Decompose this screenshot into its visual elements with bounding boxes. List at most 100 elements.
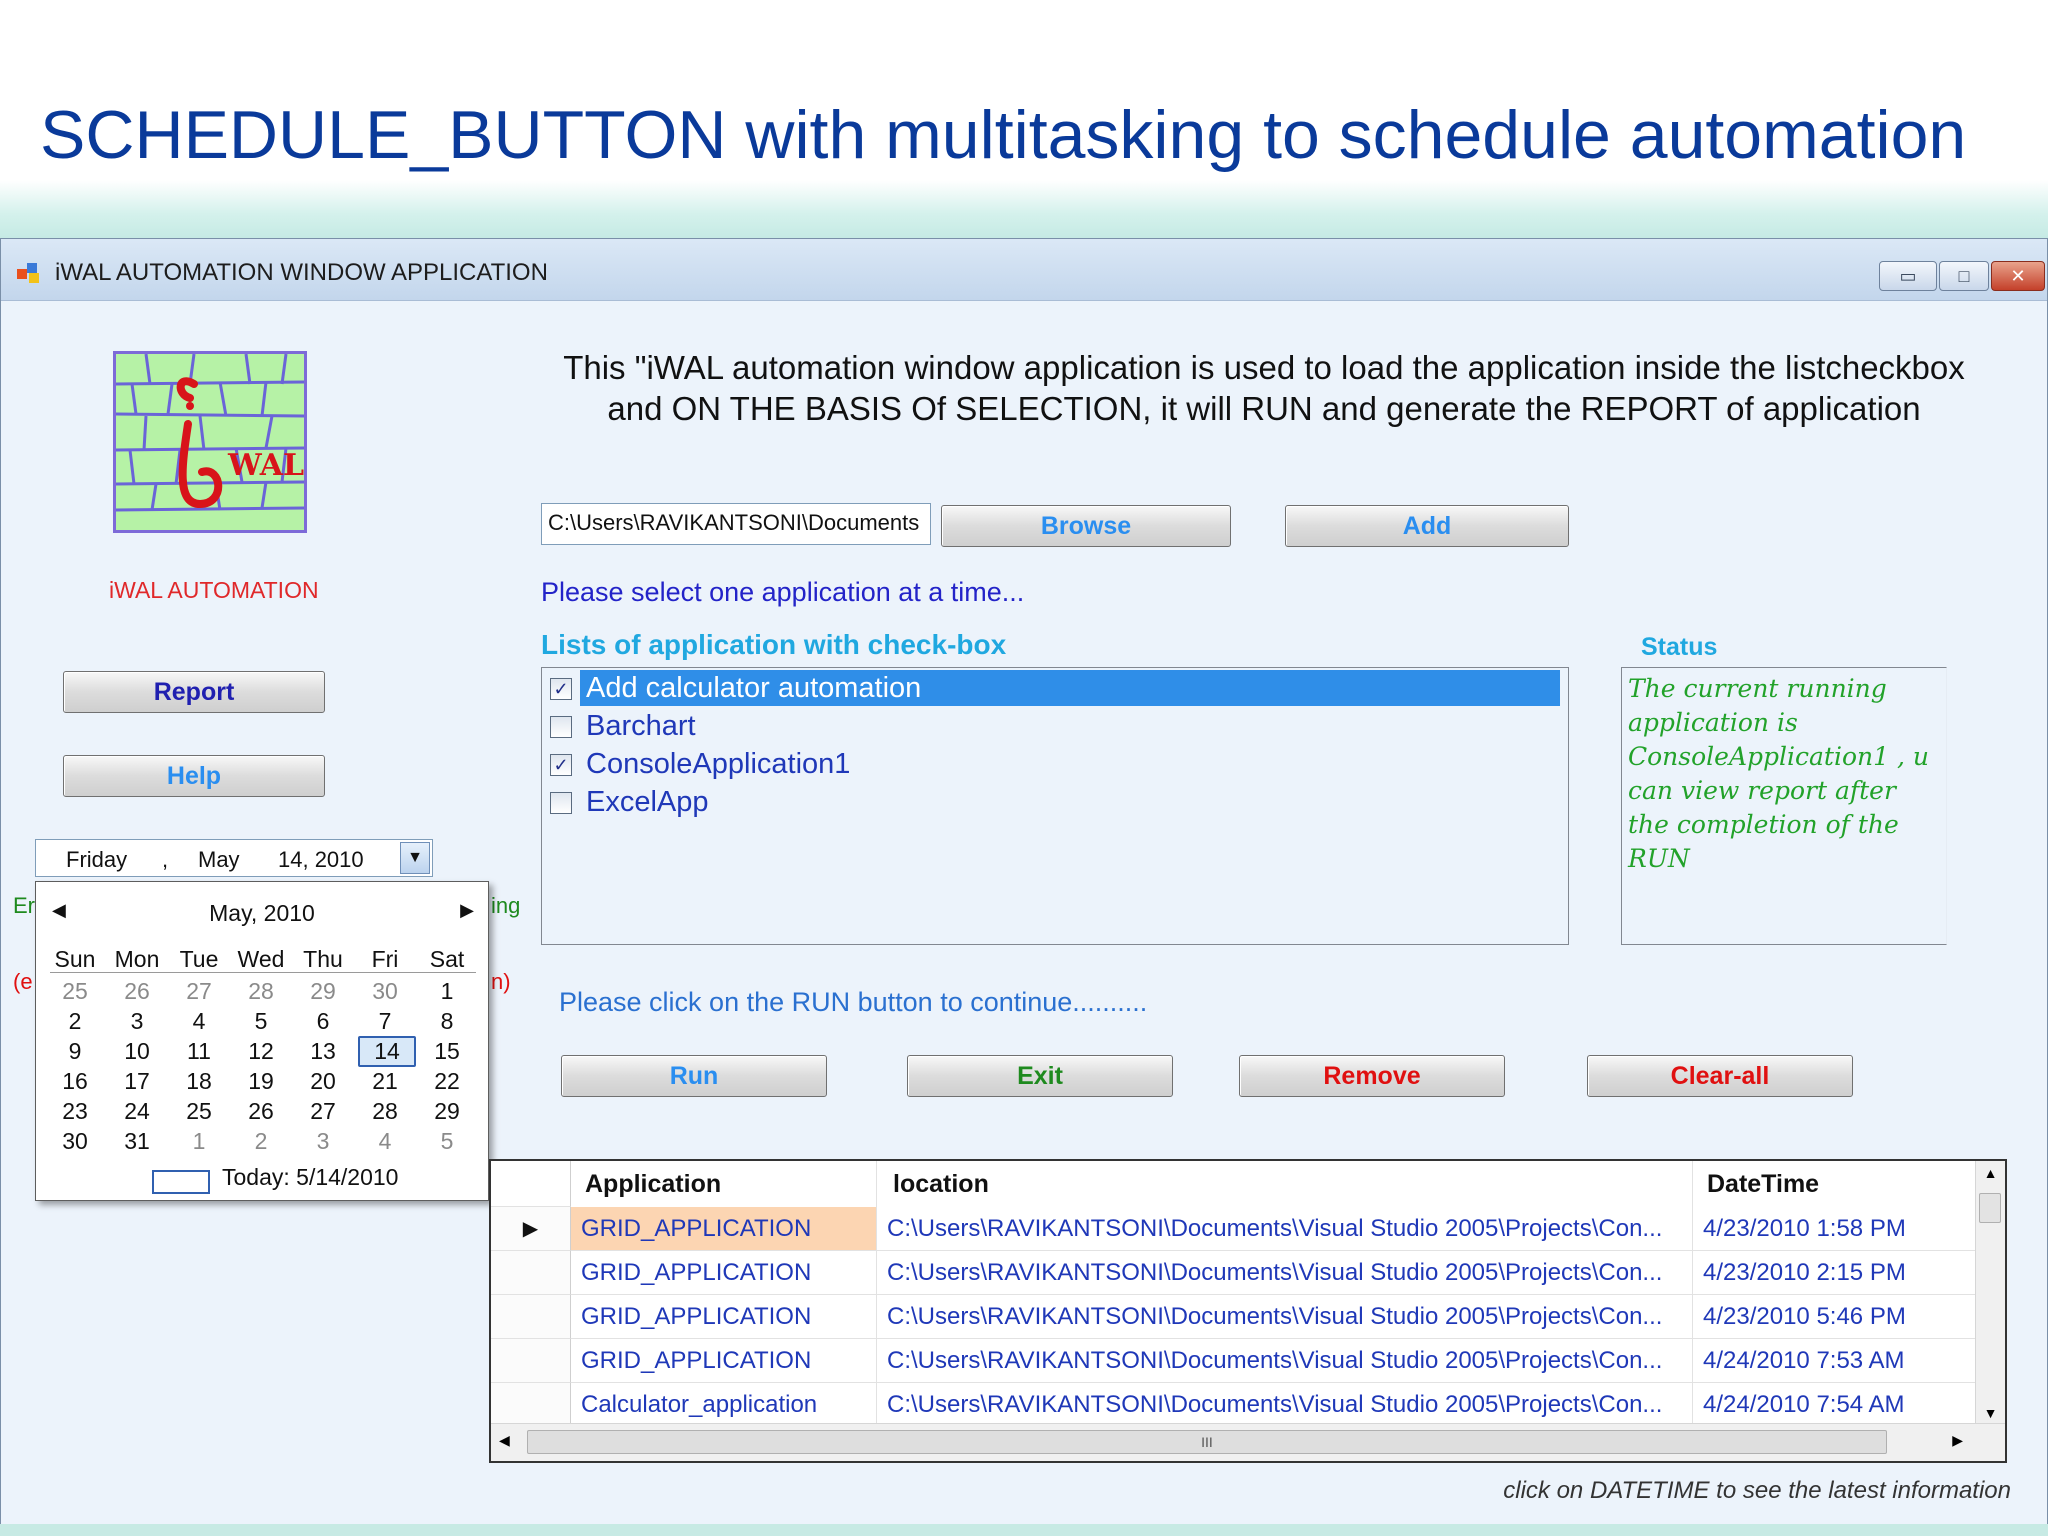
calendar-day[interactable]: 27: [168, 978, 230, 1005]
application-checklist[interactable]: ✓ Add calculator automation Barchart ✓ C…: [541, 667, 1569, 945]
calendar-day[interactable]: 11: [168, 1038, 230, 1065]
calendar-day[interactable]: 17: [106, 1068, 168, 1095]
calendar-day[interactable]: 24: [106, 1098, 168, 1125]
title-bar[interactable]: iWAL AUTOMATION WINDOW APPLICATION ▭ □ ✕: [1, 239, 2047, 301]
clear-all-button[interactable]: Clear-all: [1587, 1055, 1853, 1097]
schedule-date-picker[interactable]: Friday , May 14, 2010 ▼: [35, 839, 433, 877]
scroll-up-icon[interactable]: ▲: [1976, 1165, 2005, 1181]
grid-cell[interactable]: GRID_APPLICATION: [571, 1295, 877, 1339]
close-button[interactable]: ✕: [1991, 261, 2045, 291]
calendar-day[interactable]: 2: [230, 1128, 292, 1155]
list-item[interactable]: ✓ ConsoleApplication1: [546, 746, 1560, 782]
status-textbox[interactable]: The current running application is Conso…: [1621, 667, 1947, 945]
run-button[interactable]: Run: [561, 1055, 827, 1097]
row-header[interactable]: [491, 1339, 571, 1383]
maximize-button[interactable]: □: [1939, 261, 1989, 291]
current-row-icon[interactable]: ▶: [491, 1207, 571, 1251]
add-button[interactable]: Add: [1285, 505, 1569, 547]
today-link[interactable]: Today: 5/14/2010: [222, 1164, 398, 1191]
calendar-day[interactable]: 12: [230, 1038, 292, 1065]
horizontal-scrollbar[interactable]: ◀ III ▶: [491, 1423, 2005, 1461]
grid-cell[interactable]: 4/24/2010 7:54 AM: [1693, 1383, 1977, 1427]
list-item[interactable]: ✓ Add calculator automation: [546, 670, 1560, 706]
calendar-day[interactable]: 28: [230, 978, 292, 1005]
calendar-day[interactable]: 23: [44, 1098, 106, 1125]
next-month-icon[interactable]: ▶: [460, 900, 474, 921]
calendar-day[interactable]: 13: [292, 1038, 354, 1065]
calendar-day[interactable]: 10: [106, 1038, 168, 1065]
month-calendar-popup[interactable]: ◀ May, 2010 ▶ Sun Mon Tue Wed Thu Fri Sa…: [35, 881, 489, 1201]
calendar-day[interactable]: 7: [354, 1008, 416, 1035]
grid-cell[interactable]: 4/23/2010 5:46 PM: [1693, 1295, 1977, 1339]
calendar-day[interactable]: 28: [354, 1098, 416, 1125]
column-header-application[interactable]: Application: [571, 1161, 877, 1207]
grid-cell[interactable]: C:\Users\RAVIKANTSONI\Documents\Visual S…: [877, 1383, 1693, 1427]
scroll-right-icon[interactable]: ▶: [1952, 1432, 1963, 1449]
calendar-day[interactable]: 9: [44, 1038, 106, 1065]
calendar-day-selected[interactable]: 14: [358, 1036, 416, 1067]
calendar-day[interactable]: 29: [292, 978, 354, 1005]
dropdown-arrow-icon[interactable]: ▼: [400, 842, 430, 874]
horizontal-scroll-thumb[interactable]: III: [527, 1430, 1887, 1454]
calendar-day[interactable]: 30: [44, 1128, 106, 1155]
grid-cell[interactable]: 4/23/2010 2:15 PM: [1693, 1251, 1977, 1295]
calendar-day[interactable]: 1: [416, 978, 478, 1005]
calendar-day[interactable]: 25: [168, 1098, 230, 1125]
grid-cell[interactable]: C:\Users\RAVIKANTSONI\Documents\Visual S…: [877, 1207, 1693, 1251]
grid-cell[interactable]: 4/24/2010 7:53 AM: [1693, 1339, 1977, 1383]
remove-button[interactable]: Remove: [1239, 1055, 1505, 1097]
browse-button[interactable]: Browse: [941, 505, 1231, 547]
vertical-scrollbar[interactable]: ▲ ▼: [1975, 1161, 2005, 1425]
calendar-day[interactable]: 3: [106, 1008, 168, 1035]
calendar-day[interactable]: 27: [292, 1098, 354, 1125]
vertical-scroll-thumb[interactable]: [1979, 1193, 2001, 1223]
grid-cell[interactable]: GRID_APPLICATION: [571, 1207, 877, 1251]
path-input[interactable]: C:\Users\RAVIKANTSONI\Documents: [541, 503, 931, 545]
calendar-day[interactable]: 18: [168, 1068, 230, 1095]
calendar-day[interactable]: 30: [354, 978, 416, 1005]
grid-cell[interactable]: C:\Users\RAVIKANTSONI\Documents\Visual S…: [877, 1295, 1693, 1339]
calendar-day[interactable]: 15: [416, 1038, 478, 1065]
calendar-day[interactable]: 5: [416, 1128, 478, 1155]
checkbox-checked-icon[interactable]: ✓: [550, 678, 572, 700]
column-header-datetime[interactable]: DateTime: [1693, 1161, 1977, 1207]
exit-button[interactable]: Exit: [907, 1055, 1173, 1097]
scroll-down-icon[interactable]: ▼: [1976, 1405, 2005, 1421]
grid-cell[interactable]: C:\Users\RAVIKANTSONI\Documents\Visual S…: [877, 1339, 1693, 1383]
calendar-day[interactable]: 29: [416, 1098, 478, 1125]
calendar-day[interactable]: 20: [292, 1068, 354, 1095]
grid-cell[interactable]: Calculator_application: [571, 1383, 877, 1427]
calendar-day[interactable]: 4: [354, 1128, 416, 1155]
checkbox-checked-icon[interactable]: ✓: [550, 754, 572, 776]
report-button[interactable]: Report: [63, 671, 325, 713]
row-header[interactable]: [491, 1251, 571, 1295]
list-item[interactable]: Barchart: [546, 708, 1560, 744]
calendar-day[interactable]: 8: [416, 1008, 478, 1035]
grid-cell[interactable]: GRID_APPLICATION: [571, 1339, 877, 1383]
help-button[interactable]: Help: [63, 755, 325, 797]
calendar-day[interactable]: 25: [44, 978, 106, 1005]
grid-cell[interactable]: GRID_APPLICATION: [571, 1251, 877, 1295]
calendar-day[interactable]: 22: [416, 1068, 478, 1095]
history-data-grid[interactable]: Application location DateTime ▶ GRID_APP…: [489, 1159, 2007, 1463]
scroll-left-icon[interactable]: ◀: [499, 1432, 510, 1449]
checkbox-unchecked-icon[interactable]: [550, 716, 572, 738]
calendar-day[interactable]: 2: [44, 1008, 106, 1035]
calendar-day[interactable]: 3: [292, 1128, 354, 1155]
grid-cell[interactable]: C:\Users\RAVIKANTSONI\Documents\Visual S…: [877, 1251, 1693, 1295]
row-header[interactable]: [491, 1295, 571, 1339]
column-header-location[interactable]: location: [877, 1161, 1693, 1207]
checkbox-unchecked-icon[interactable]: [550, 792, 572, 814]
calendar-day[interactable]: 31: [106, 1128, 168, 1155]
row-header[interactable]: [491, 1383, 571, 1427]
calendar-day[interactable]: 26: [106, 978, 168, 1005]
calendar-day[interactable]: 26: [230, 1098, 292, 1125]
calendar-day[interactable]: 5: [230, 1008, 292, 1035]
grid-cell[interactable]: 4/23/2010 1:58 PM: [1693, 1207, 1977, 1251]
calendar-day[interactable]: 21: [354, 1068, 416, 1095]
calendar-day[interactable]: 16: [44, 1068, 106, 1095]
calendar-day[interactable]: 6: [292, 1008, 354, 1035]
calendar-day[interactable]: 19: [230, 1068, 292, 1095]
calendar-day[interactable]: 4: [168, 1008, 230, 1035]
list-item[interactable]: ExcelApp: [546, 784, 1560, 820]
